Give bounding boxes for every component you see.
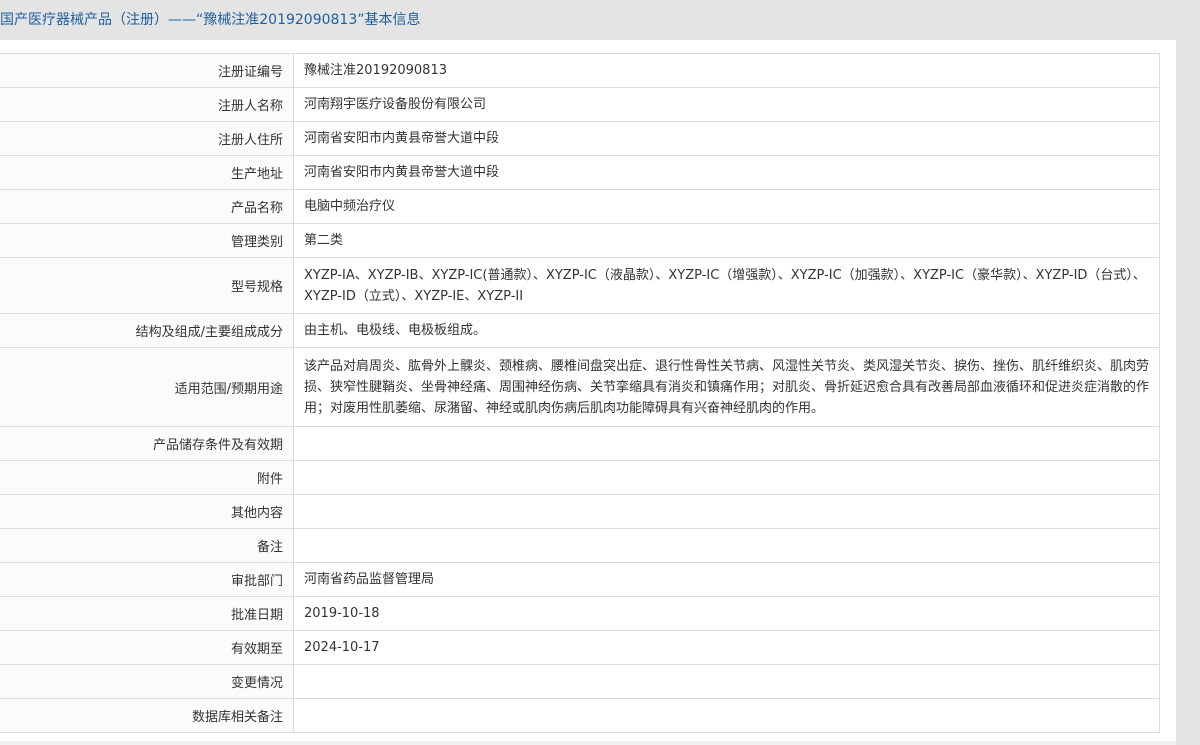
- content-frame: 注册证编号 豫械注准20192090813 注册人名称 河南翔宇医疗设备股份有限…: [0, 40, 1176, 745]
- table-row: 有效期至 2024-10-17: [0, 630, 1160, 665]
- table-row: 其他内容: [0, 494, 1160, 529]
- row-label: 注册人住所: [0, 121, 294, 156]
- row-value: 豫械注准20192090813: [293, 53, 1160, 88]
- page-title: 国产医疗器械产品（注册）——“豫械注准20192090813”基本信息: [0, 12, 421, 28]
- table-row: 附件: [0, 460, 1160, 495]
- row-value: [293, 698, 1160, 733]
- table-row: 结构及组成/主要组成成分 由主机、电极线、电极板组成。: [0, 313, 1160, 348]
- row-value: 河南省安阳市内黄县帝誉大道中段: [293, 155, 1160, 190]
- row-value: [293, 664, 1160, 699]
- row-label: 备注: [0, 528, 294, 563]
- table-row: 适用范围/预期用途 该产品对肩周炎、肱骨外上髁炎、颈椎病、腰椎间盘突出症、退行性…: [0, 347, 1160, 427]
- table-row: 数据库相关备注: [0, 698, 1160, 733]
- row-value: [293, 494, 1160, 529]
- row-label: 数据库相关备注: [0, 698, 294, 733]
- row-value: [293, 426, 1160, 461]
- row-value: [293, 528, 1160, 563]
- row-value: 河南省药品监督管理局: [293, 562, 1160, 597]
- table-row: 管理类别 第二类: [0, 223, 1160, 258]
- row-label: 型号规格: [0, 257, 294, 314]
- scrollbar-track[interactable]: [1176, 0, 1200, 745]
- row-label: 其他内容: [0, 494, 294, 529]
- row-label: 生产地址: [0, 155, 294, 190]
- row-value: 河南翔宇医疗设备股份有限公司: [293, 87, 1160, 122]
- row-value: [293, 460, 1160, 495]
- row-label: 批准日期: [0, 596, 294, 631]
- bottom-divider: [0, 741, 1176, 745]
- row-value: 河南省安阳市内黄县帝誉大道中段: [293, 121, 1160, 156]
- table-row: 变更情况: [0, 664, 1160, 699]
- table-row: 产品名称 电脑中频治疗仪: [0, 189, 1160, 224]
- table-row: 审批部门 河南省药品监督管理局: [0, 562, 1160, 597]
- info-table: 注册证编号 豫械注准20192090813 注册人名称 河南翔宇医疗设备股份有限…: [0, 53, 1160, 733]
- table-row: 产品储存条件及有效期: [0, 426, 1160, 461]
- row-value: 2019-10-18: [293, 596, 1160, 631]
- table-row: 备注: [0, 528, 1160, 563]
- table-row: 注册人住所 河南省安阳市内黄县帝誉大道中段: [0, 121, 1160, 156]
- row-label: 注册证编号: [0, 53, 294, 88]
- row-value: XYZP-IA、XYZP-IB、XYZP-IC(普通款）、XYZP-IC（液晶款…: [293, 257, 1160, 314]
- row-label: 附件: [0, 460, 294, 495]
- row-label: 审批部门: [0, 562, 294, 597]
- row-value: 2024-10-17: [293, 630, 1160, 665]
- row-label: 有效期至: [0, 630, 294, 665]
- row-label: 结构及组成/主要组成成分: [0, 313, 294, 348]
- table-row: 批准日期 2019-10-18: [0, 596, 1160, 631]
- row-label: 管理类别: [0, 223, 294, 258]
- row-value: 该产品对肩周炎、肱骨外上髁炎、颈椎病、腰椎间盘突出症、退行性骨性关节病、风湿性关…: [293, 347, 1160, 427]
- row-value: 第二类: [293, 223, 1160, 258]
- table-row: 注册人名称 河南翔宇医疗设备股份有限公司: [0, 87, 1160, 122]
- row-label: 适用范围/预期用途: [0, 347, 294, 427]
- row-value: 由主机、电极线、电极板组成。: [293, 313, 1160, 348]
- row-label: 注册人名称: [0, 87, 294, 122]
- table-row: 型号规格 XYZP-IA、XYZP-IB、XYZP-IC(普通款）、XYZP-I…: [0, 257, 1160, 314]
- table-row: 生产地址 河南省安阳市内黄县帝誉大道中段: [0, 155, 1160, 190]
- row-label: 变更情况: [0, 664, 294, 699]
- page-header: 国产医疗器械产品（注册）——“豫械注准20192090813”基本信息: [0, 0, 1176, 41]
- row-value: 电脑中频治疗仪: [293, 189, 1160, 224]
- table-row: 注册证编号 豫械注准20192090813: [0, 53, 1160, 88]
- row-label: 产品名称: [0, 189, 294, 224]
- row-label: 产品储存条件及有效期: [0, 426, 294, 461]
